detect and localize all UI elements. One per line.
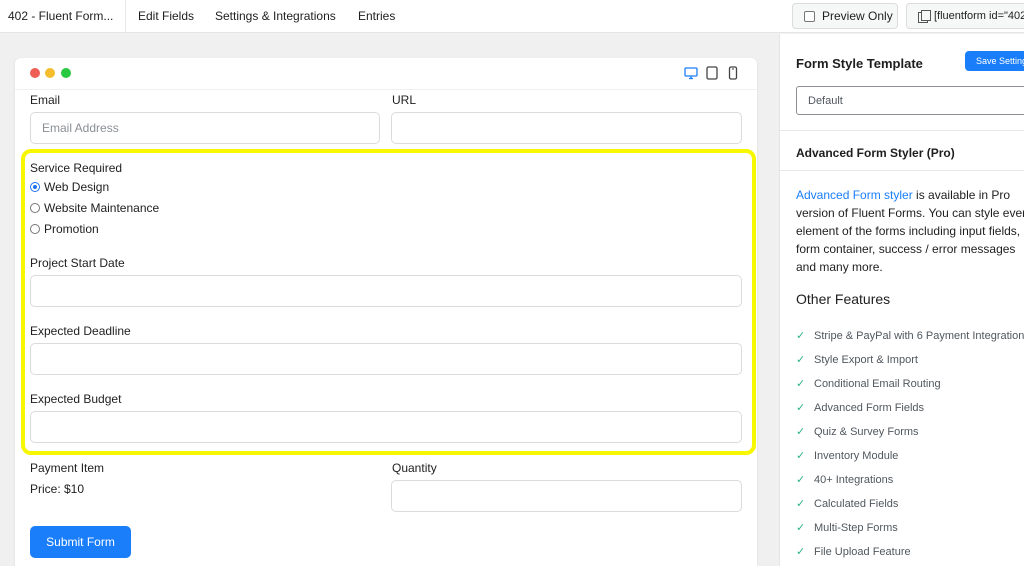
feature-label: Conditional Email Routing	[814, 377, 941, 390]
email-label: Email	[30, 93, 61, 107]
window-maximize-dot	[61, 68, 71, 78]
service-required-label: Service Required	[30, 161, 123, 175]
feature-item: ✓ Conditional Email Routing	[796, 377, 941, 391]
check-icon: ✓	[796, 498, 806, 510]
nav-edit-fields[interactable]: Edit Fields	[138, 9, 194, 23]
project-start-date-label: Project Start Date	[30, 256, 125, 270]
radio-promotion[interactable]: Promotion	[30, 222, 99, 236]
feature-item: ✓ Multi-Step Forms	[796, 521, 898, 535]
feature-label: Stripe & PayPal with 6 Payment Integrati…	[814, 329, 1024, 342]
check-icon: ✓	[796, 378, 806, 390]
radio-label: Web Design	[44, 180, 110, 194]
top-bar: 402 - Fluent Form... Edit Fields Setting…	[0, 0, 1024, 33]
check-icon: ✓	[796, 474, 806, 486]
feature-item: ✓ 40+ Integrations	[796, 473, 894, 487]
radio-label: Promotion	[44, 222, 99, 236]
shortcode-label: [fluentform id="402"]	[934, 10, 1024, 22]
desktop-icon[interactable]	[684, 66, 698, 80]
radio-label: Website Maintenance	[44, 201, 160, 215]
feature-label: Calculated Fields	[814, 497, 899, 510]
feature-label: Multi-Step Forms	[814, 521, 898, 534]
check-icon: ✓	[796, 522, 806, 534]
url-field[interactable]	[391, 112, 742, 144]
tablet-icon[interactable]	[705, 66, 719, 80]
radio-button[interactable]	[30, 203, 40, 213]
feature-label: Style Export & Import	[814, 353, 918, 366]
quantity-field[interactable]	[391, 480, 742, 512]
shortcode-copy-button[interactable]: [fluentform id="402"]	[906, 3, 1024, 29]
expected-deadline-label: Expected Deadline	[30, 324, 131, 338]
feature-item: ✓ Calculated Fields	[796, 497, 899, 511]
url-label: URL	[392, 93, 417, 107]
check-icon: ✓	[796, 330, 806, 342]
feature-item: ✓ Style Export & Import	[796, 353, 918, 367]
nav-settings-integrations[interactable]: Settings & Integrations	[215, 9, 336, 23]
feature-label: File Upload Feature	[814, 545, 911, 558]
feature-item: ✓ File Upload Feature	[796, 545, 911, 559]
divider	[780, 130, 1024, 131]
style-template-select[interactable]: Default	[796, 86, 1024, 115]
check-icon: ✓	[796, 426, 806, 438]
feature-item: ✓ Stripe & PayPal with 6 Payment Integrat…	[796, 329, 1024, 343]
email-field[interactable]	[30, 112, 380, 144]
save-settings-button[interactable]: Save Settings	[965, 51, 1024, 71]
check-icon: ✓	[796, 354, 806, 366]
project-start-date-field[interactable]	[30, 275, 742, 307]
feature-item: ✓ Quiz & Survey Forms	[796, 425, 919, 439]
form-style-template-title: Form Style Template	[796, 56, 923, 71]
window-minimize-dot	[45, 68, 55, 78]
preview-only-toggle[interactable]: Preview Only	[792, 3, 898, 29]
check-icon: ✓	[796, 450, 806, 462]
advanced-styler-description: Advanced Form styler is available in Pro…	[796, 186, 1024, 276]
nav-entries[interactable]: Entries	[358, 9, 395, 23]
radio-button-selected[interactable]	[30, 182, 40, 192]
preview-frame-header	[15, 58, 757, 90]
payment-item-label: Payment Item	[30, 461, 105, 475]
divider	[780, 170, 1024, 171]
style-settings-panel: Form Style Template Save Settings Defaul…	[779, 34, 1024, 566]
preview-only-label: Preview Only	[822, 9, 893, 23]
expected-budget-label: Expected Budget	[30, 392, 122, 406]
feature-item: ✓ Inventory Module	[796, 449, 899, 463]
expected-deadline-field[interactable]	[30, 343, 742, 375]
divider	[125, 0, 126, 33]
advanced-form-styler-title: Advanced Form Styler (Pro)	[796, 146, 955, 160]
radio-button[interactable]	[30, 224, 40, 234]
copy-icon	[918, 10, 931, 23]
form-preview-canvas: Email URL Service Required Web Design We…	[0, 34, 779, 566]
submit-form-button[interactable]: Submit Form	[30, 526, 131, 558]
mobile-icon[interactable]	[727, 66, 739, 80]
radio-website-maintenance[interactable]: Website Maintenance	[30, 201, 159, 215]
feature-label: 40+ Integrations	[814, 473, 894, 486]
feature-label: Advanced Form Fields	[814, 401, 925, 414]
checkbox-icon[interactable]	[804, 10, 815, 22]
quantity-label: Quantity	[392, 461, 437, 475]
form-title[interactable]: 402 - Fluent Form...	[8, 9, 113, 23]
price-text: Price: $10	[30, 482, 85, 496]
feature-label: Quiz & Survey Forms	[814, 425, 919, 438]
window-close-dot	[30, 68, 40, 78]
check-icon: ✓	[796, 402, 806, 414]
expected-budget-field[interactable]	[30, 411, 742, 443]
radio-web-design[interactable]: Web Design	[30, 180, 109, 194]
check-icon: ✓	[796, 546, 806, 558]
feature-label: Inventory Module	[814, 449, 899, 462]
other-features-title: Other Features	[796, 291, 891, 307]
advanced-form-styler-link[interactable]: Advanced Form styler	[796, 188, 913, 202]
feature-item: ✓ Advanced Form Fields	[796, 401, 925, 415]
